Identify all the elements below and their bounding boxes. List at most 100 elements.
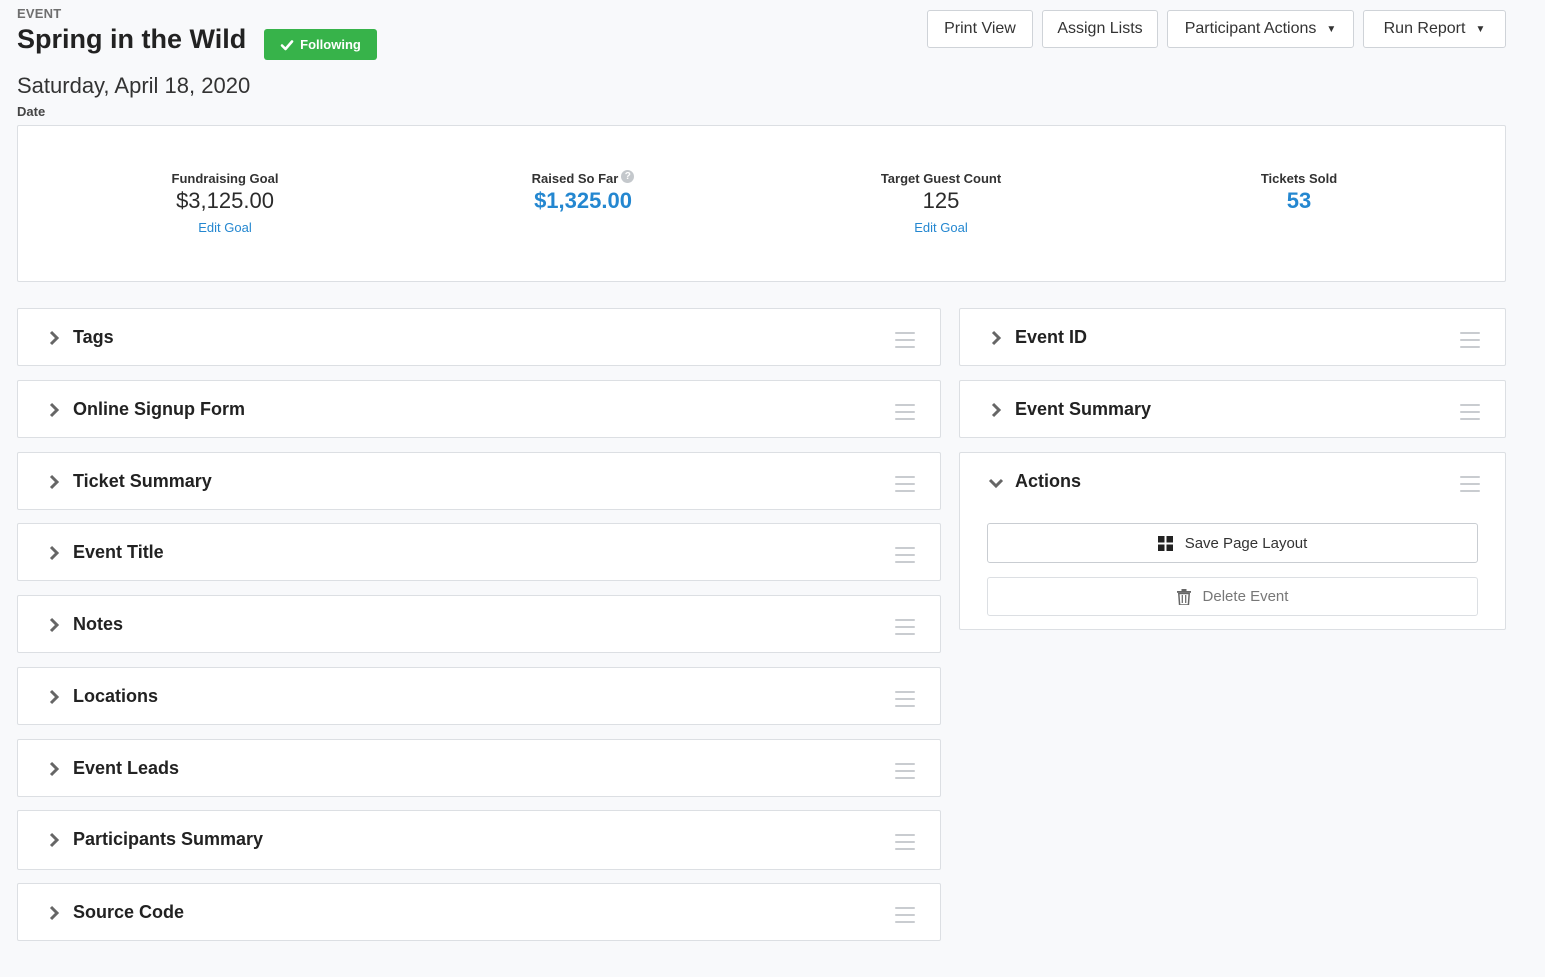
panel-participants-summary: Participants Summary [17,810,941,870]
goal-label: Target Guest Count [880,171,1002,186]
drag-handle-icon[interactable] [895,619,915,635]
goal-label: Tickets Sold [1260,171,1338,186]
run-report-dropdown[interactable]: Run Report ▼ [1363,10,1506,48]
drag-handle-icon[interactable] [895,907,915,923]
drag-handle-icon[interactable] [1460,476,1480,492]
drag-handle-icon[interactable] [895,834,915,850]
panel-header[interactable]: Event Leads [18,740,940,797]
delete-event-label: Delete Event [1202,588,1289,605]
print-view-button[interactable]: Print View [927,10,1033,48]
save-page-layout-button[interactable]: Save Page Layout [987,523,1478,563]
tickets-sold: Tickets Sold 53 [1179,171,1419,214]
panel-header[interactable]: Source Code [18,884,940,941]
check-icon [280,39,294,50]
panel-title: Event Leads [73,758,180,778]
chevron-right-icon [49,402,60,418]
event-eyebrow: EVENT [17,6,62,21]
panel-title: Locations [73,686,159,706]
drag-handle-icon[interactable] [895,547,915,563]
drag-handle-icon[interactable] [1460,332,1480,348]
panel-header[interactable]: Event Title [18,524,940,581]
raised-so-far: Raised So Far ? $1,325.00 [463,170,703,214]
goal-label-row: Raised So Far ? [463,170,703,186]
chevron-right-icon [49,761,60,777]
panel-ticket-summary: Ticket Summary [17,452,941,510]
goal-label: Fundraising Goal [171,171,279,186]
panel-title: Event Title [73,542,164,562]
panel-header[interactable]: Actions [960,453,1505,510]
print-view-label: Print View [944,20,1016,37]
target-guest-count: Target Guest Count 125 Edit Goal [821,171,1061,235]
panel-header[interactable]: Ticket Summary [18,453,940,510]
chevron-right-icon [49,474,60,490]
chevron-right-icon [991,402,1002,418]
panel-title: Event ID [1015,327,1088,347]
panel-notes: Notes [17,595,941,653]
chevron-right-icon [49,832,60,848]
drag-handle-icon[interactable] [1460,404,1480,420]
panel-header[interactable]: Notes [18,596,940,653]
grid-icon [1157,535,1173,551]
participant-actions-label: Participant Actions [1184,20,1317,37]
panel-tags: Tags [17,308,941,366]
chevron-right-icon [991,330,1002,346]
panel-event-leads: Event Leads [17,739,941,797]
goal-value[interactable]: $1,325.00 [463,188,703,214]
save-page-layout-label: Save Page Layout [1184,534,1308,552]
goal-label: Raised So Far [531,171,619,186]
panel-actions: Actions Save Page Layout Delete Event [959,452,1506,630]
toolbar: Print View Assign Lists Participant Acti… [927,10,1506,48]
drag-handle-icon[interactable] [895,763,915,779]
fundraising-goal: Fundraising Goal $3,125.00 Edit Goal [105,171,345,235]
help-icon[interactable]: ? [621,170,635,183]
panel-title: Tags [73,327,114,347]
following-badge[interactable]: Following [264,29,377,60]
drag-handle-icon[interactable] [895,476,915,492]
panel-title: Actions [1015,471,1082,491]
panel-header[interactable]: Online Signup Form [18,381,940,438]
chevron-right-icon [49,617,60,633]
assign-lists-button[interactable]: Assign Lists [1042,10,1158,48]
chevron-right-icon [49,689,60,705]
panel-online-signup-form: Online Signup Form [17,380,941,438]
panel-header[interactable]: Participants Summary [18,811,940,868]
panel-header[interactable]: Event Summary [960,381,1505,438]
run-report-label: Run Report [1383,20,1466,37]
panel-title: Participants Summary [73,829,264,849]
following-label: Following [300,37,361,52]
chevron-down-icon [988,478,1004,489]
goal-value: $3,125.00 [176,188,274,213]
goal-value: 125 [922,188,960,213]
panel-title: Ticket Summary [73,471,212,491]
edit-goal-link[interactable]: Edit Goal [821,220,1061,235]
participant-actions-dropdown[interactable]: Participant Actions ▼ [1167,10,1354,48]
delete-event-button[interactable]: Delete Event [987,577,1478,616]
caret-down-icon: ▼ [1326,23,1337,35]
trash-icon [1176,588,1191,605]
panel-title: Event Summary [1015,399,1152,419]
caret-down-icon: ▼ [1475,23,1486,35]
panel-locations: Locations [17,667,941,725]
drag-handle-icon[interactable] [895,691,915,707]
panel-header[interactable]: Locations [18,668,940,725]
panel-source-code: Source Code [17,883,941,941]
goal-value[interactable]: 53 [1179,188,1419,214]
panel-title: Online Signup Form [73,399,245,419]
panel-event-title: Event Title [17,523,941,581]
panel-event-id: Event ID [959,308,1506,366]
panel-title: Source Code [73,902,185,922]
drag-handle-icon[interactable] [895,404,915,420]
event-date: Saturday, April 18, 2020 [17,73,251,98]
panel-header[interactable]: Event ID [960,309,1505,366]
goals-card: Fundraising Goal $3,125.00 Edit Goal Rai… [17,125,1506,282]
chevron-right-icon [49,545,60,561]
date-label: Date [17,104,46,119]
chevron-right-icon [49,905,60,921]
panel-header[interactable]: Tags [18,309,940,366]
chevron-right-icon [49,330,60,346]
assign-lists-label: Assign Lists [1057,20,1143,37]
page-title: Spring in the Wild [17,24,247,54]
drag-handle-icon[interactable] [895,332,915,348]
edit-goal-link[interactable]: Edit Goal [105,220,345,235]
panel-event-summary: Event Summary [959,380,1506,438]
